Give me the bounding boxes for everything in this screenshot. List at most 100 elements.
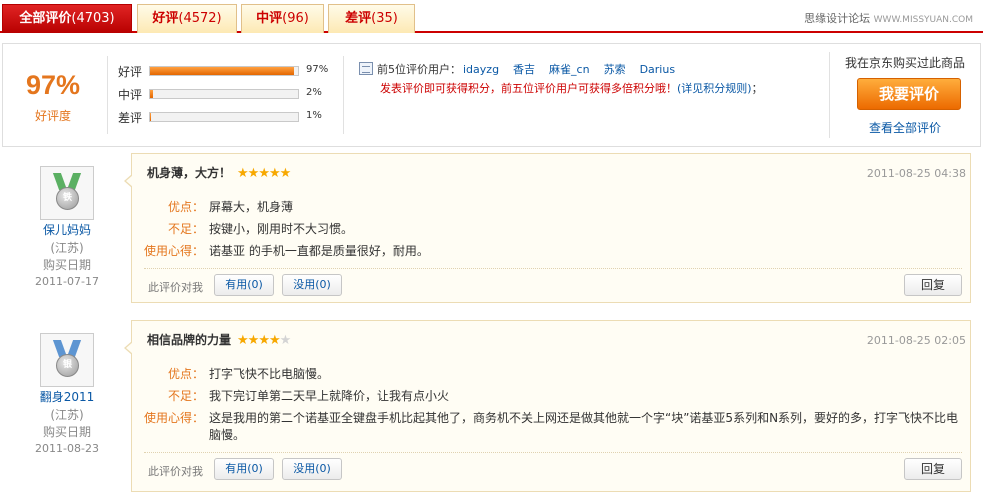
rating-distribution: 好评 97% 中评 2% 差评 1% [115, 62, 343, 132]
avatar[interactable]: 铁 [40, 166, 94, 220]
bar-label: 好评 [118, 65, 143, 79]
useless-button[interactable]: 没用(0) [282, 274, 342, 296]
divider [107, 56, 108, 134]
points-notice-end: ； [751, 82, 763, 95]
bar-fill [150, 90, 153, 98]
experience-text: 这是我用的第二个诺基亚全键盘手机比起其他了，商务机不关上网还是做其他就一个字“块… [209, 411, 959, 442]
view-all-reviews-link[interactable]: 查看全部评价 [829, 119, 981, 136]
tab-positive-reviews[interactable]: 好评(4572) [137, 4, 237, 33]
purchase-date: 2011-07-17 [35, 275, 99, 288]
experience-text: 诺基亚 的手机一直都是质量很好，耐用。 [209, 244, 429, 258]
useful-button[interactable]: 有用(0) [214, 458, 274, 480]
cons-text: 按键小，刚用时不大习惯。 [209, 222, 354, 236]
medal-icon: 银 [56, 354, 79, 377]
review-time: 2011-08-25 02:05 [866, 334, 966, 347]
review-card: 机身薄，大方！ ★★★★★ 2011-08-25 04:38 优点： 屏幕大，机身… [124, 153, 971, 303]
top-reviewer-link[interactable]: Darius [640, 63, 676, 76]
medal-text: 银 [62, 360, 72, 370]
star-filled-icon: ★ [268, 333, 281, 348]
tab-count: (96) [282, 11, 309, 26]
useful-button[interactable]: 有用(0) [214, 274, 274, 296]
brand-watermark: 思缘设计论坛 WWW.MISSYUAN.COM [804, 10, 973, 26]
star-rating: ★★★★★ [237, 333, 292, 348]
top-reviewers: 前5位评价用户： idayzg 香吉 麻雀_cn 苏索 Darius 发表评价即可获得积分… [359, 61, 819, 96]
points-notice: 发表评价即可获得积分，前五位评价用户可获得多倍积分哦！ [380, 82, 677, 95]
bar-fill [150, 67, 294, 75]
reviewer-info: 银 翻身2011 (江苏) 购买日期 2011-08-23 [20, 320, 114, 470]
reviewer-name[interactable]: 翻身2011 [20, 388, 114, 405]
tab-count: (4703) [71, 11, 115, 26]
medal-icon: 铁 [56, 187, 79, 210]
star-filled-icon: ★ [237, 166, 249, 181]
positive-rate: 97% 好评度 [3, 44, 103, 146]
avatar[interactable]: 银 [40, 333, 94, 387]
pros-text: 屏幕大，机身薄 [209, 200, 294, 214]
review-title: 相信品牌的力量 ★★★★★ [147, 331, 292, 348]
bar-track [149, 112, 299, 122]
review-title-text: 机身薄，大方！ [147, 166, 232, 180]
star-filled-icon: ★ [258, 166, 270, 181]
bar-percent: 1% [306, 110, 322, 121]
bar-track [149, 89, 299, 99]
review-item: 铁 保儿妈妈 (江苏) 购买日期 2011-07-17 机身薄，大方！ ★★★★★… [0, 153, 983, 311]
experience-label: 使用心得： [144, 244, 205, 258]
tab-all-reviews[interactable]: 全部评价(4703) [2, 4, 132, 33]
pros-label: 优点： [167, 200, 204, 214]
review-actions: 此评价对我 有用(0) 没用(0) 回复 [144, 268, 962, 302]
tab-count: (35) [371, 11, 398, 26]
star-filled-icon: ★ [258, 333, 270, 348]
bar-label: 中评 [118, 88, 143, 102]
document-icon [359, 62, 373, 75]
useless-button[interactable]: 没用(0) [282, 458, 342, 480]
top-reviewer-link[interactable]: 香吉 [513, 63, 535, 76]
rating-summary: 97% 好评度 好评 97% 中评 2% 差评 1% 前5位评价用户： idayz… [2, 43, 981, 147]
write-review-button[interactable]: 我要评价 [857, 78, 961, 110]
bar-percent: 2% [306, 87, 322, 98]
review-card: 相信品牌的力量 ★★★★★ 2011-08-25 02:05 优点： 打字飞快不比… [124, 320, 971, 492]
star-filled-icon: ★ [279, 166, 292, 181]
pros-label: 优点： [167, 367, 204, 381]
tab-label: 中评 [256, 11, 283, 26]
helpful-question: 此评价对我 [148, 281, 203, 294]
pros-text: 打字飞快不比电脑慢。 [209, 367, 330, 381]
top-reviewer-link[interactable]: 麻雀_cn [549, 63, 590, 76]
tab-count: (4572) [178, 11, 222, 26]
helpful-question: 此评价对我 [148, 465, 203, 478]
cons-label: 不足： [167, 222, 204, 236]
reviewer-name[interactable]: 保儿妈妈 [20, 221, 114, 238]
tab-label: 差评 [345, 11, 372, 26]
purchase-date: 2011-08-23 [35, 442, 99, 455]
points-rules-link[interactable]: (详见积分规则) [677, 82, 752, 95]
brand-name: 思缘设计论坛 [804, 12, 871, 25]
star-filled-icon: ★ [247, 333, 260, 348]
bar-percent: 97% [306, 64, 329, 75]
reviewer-info: 铁 保儿妈妈 (江苏) 购买日期 2011-07-17 [20, 153, 114, 303]
top-reviewer-link[interactable]: 苏索 [604, 63, 626, 76]
bar-neutral: 中评 2% [115, 85, 343, 103]
review-time: 2011-08-25 04:38 [866, 167, 966, 180]
purchase-date-label: 购买日期 [42, 258, 91, 272]
reviewer-location: (江苏) [50, 241, 84, 255]
review-title-text: 相信品牌的力量 [147, 333, 232, 347]
star-empty-icon: ★ [279, 333, 292, 348]
write-review-box: 我在京东购买过此商品 我要评价 查看全部评价 [829, 44, 981, 146]
review-tabs: 全部评价(4703) 好评(4572) 中评(96) 差评(35) 思缘设计论坛… [0, 0, 983, 33]
tab-negative-reviews[interactable]: 差评(35) [328, 4, 415, 33]
tab-label: 全部评价 [19, 11, 72, 26]
top-reviewer-link[interactable]: idayzg [463, 63, 499, 76]
bought-notice: 我在京东购买过此商品 [844, 56, 965, 70]
bar-negative: 差评 1% [115, 108, 343, 126]
divider [343, 56, 344, 134]
bar-label: 差评 [118, 111, 143, 125]
star-rating: ★★★★★ [237, 166, 292, 181]
tab-label: 好评 [152, 11, 179, 26]
purchase-date-label: 购买日期 [42, 425, 91, 439]
reply-button[interactable]: 回复 [904, 458, 962, 480]
tab-neutral-reviews[interactable]: 中评(96) [241, 4, 324, 33]
reply-button[interactable]: 回复 [904, 274, 962, 296]
star-filled-icon: ★ [237, 333, 249, 348]
top-reviewers-label: 前5位评价用户： [377, 63, 461, 76]
bar-track [149, 66, 299, 76]
review-title: 机身薄，大方！ ★★★★★ [147, 164, 292, 181]
experience-label: 使用心得： [144, 411, 205, 425]
